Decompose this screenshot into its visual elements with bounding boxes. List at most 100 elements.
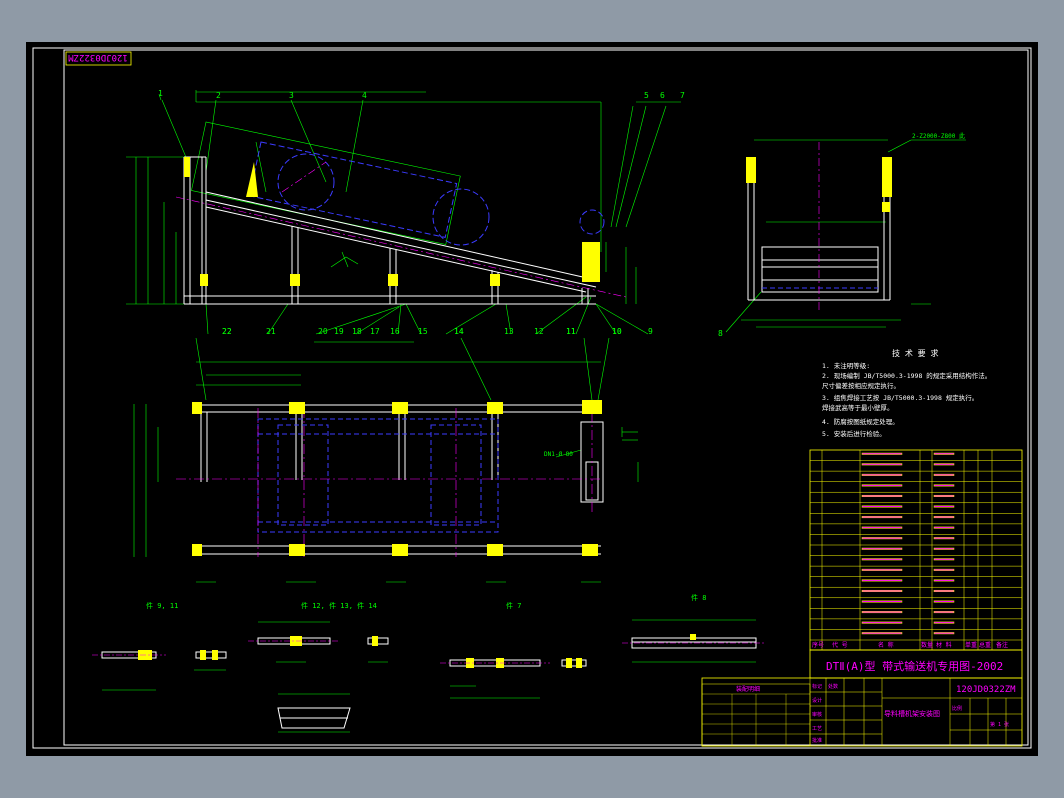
- bom-row-text-mark: [861, 484, 903, 487]
- bom-row-text-mark: [933, 600, 955, 603]
- callout-3: 3: [289, 91, 294, 100]
- tech-note-6: 4. 防腐按图纸规定处理。: [822, 417, 899, 426]
- bom-row-text-mark: [933, 547, 955, 550]
- view-label-7: 件 7: [506, 601, 521, 610]
- drawing-number: 120JD0322ZM: [956, 685, 1016, 695]
- bom-row-text-mark: [861, 516, 903, 519]
- bom-row-text-mark: [861, 494, 903, 497]
- plan-callout-14: 14: [454, 327, 464, 336]
- bom-row-text-mark: [861, 558, 903, 561]
- bom-row-text-mark: [861, 505, 903, 508]
- callout-1: 1: [158, 89, 163, 98]
- bom-row-text-mark: [861, 463, 903, 466]
- tech-note-2: 2. 现场编制 JB/T5000.3-1998 的规定采用结构作法。: [822, 371, 991, 380]
- tb-approve: 批准: [812, 737, 822, 744]
- bom-row-text-mark: [933, 589, 955, 592]
- side-view: 8 2-Z2000-Z800 此: [718, 132, 966, 338]
- tech-requirements: 技 术 要 求 1. 未注明等级: 2. 现场编制 JB/T5000.3-199…: [822, 348, 991, 438]
- bom-row-text-mark: [933, 558, 955, 561]
- small-table-title: 装配明细: [736, 685, 760, 693]
- callout-9: 9: [648, 327, 653, 336]
- callout-2: 2: [216, 91, 221, 100]
- drawing-name: 导料槽机架安装图: [884, 709, 940, 718]
- bom-h-qty: 数量: [921, 641, 933, 649]
- bom-row-text-mark: [933, 494, 955, 497]
- callout-7: 7: [680, 91, 685, 100]
- tech-note-5: 焊接武高等于最小壁厚。: [822, 403, 894, 412]
- view-label-9-11: 件 9, 11: [146, 601, 178, 610]
- code-stamp: 120JD0322ZM: [68, 52, 128, 62]
- bom-row-text-mark: [933, 463, 955, 466]
- bom-h-code: 代 号: [832, 641, 848, 649]
- plan-callout-22: 22: [222, 327, 232, 336]
- callout-19: 19: [334, 327, 344, 336]
- drawing-sheet: 120JD0322ZM 1 2 3 4 5 6 7 22 21 20 19 18…: [32, 47, 1032, 749]
- bom-row-text-mark: [861, 537, 903, 540]
- series-title: DTⅡ(A)型 带式输送机专用图-2002: [826, 659, 1003, 673]
- tb-designer: 设计: [812, 697, 822, 704]
- elevation-callouts-top: 1 2 3 4 5 6 7: [158, 89, 685, 100]
- bom-row-text-mark: [861, 611, 903, 614]
- bom-row-text-mark: [933, 537, 955, 540]
- bom-row-text-mark: [933, 484, 955, 487]
- bom-row-text-mark: [861, 621, 903, 624]
- tech-note-7: 5. 安装后进行检验。: [822, 429, 886, 438]
- callout-4: 4: [362, 91, 367, 100]
- callout-6: 6: [660, 91, 665, 100]
- elevation-callouts-bottom: 22 21 20 19 18 17 16 15 14 13 12 11 10 9: [222, 327, 653, 336]
- bom-h-name: 名 称: [878, 641, 894, 649]
- bom-row-text-mark: [933, 611, 955, 614]
- bom-row-text-mark: [933, 579, 955, 582]
- plan-view: 22 14 11 10 DN1-Ø 80: [133, 327, 639, 583]
- bom-row-text-mark: [861, 568, 903, 571]
- bom-row-text-mark: [861, 452, 903, 455]
- side-callout-8: 8: [718, 329, 723, 338]
- tech-note-4: 3. 组焦焊接工艺按 JB/T5000.3-1998 规定执行。: [822, 393, 978, 402]
- tech-title: 技 术 要 求: [892, 348, 938, 358]
- bom-h-material: 材 料: [936, 641, 952, 649]
- series-title-row: DTⅡ(A)型 带式输送机专用图-2002: [809, 649, 1023, 679]
- callout-17: 17: [370, 327, 380, 336]
- tb-count: 处数: [828, 683, 838, 690]
- bom-row-text-mark: [861, 526, 903, 529]
- cad-drawing-canvas: 120JD0322ZM 1 2 3 4 5 6 7 22 21 20 19 18…: [26, 42, 1038, 756]
- bom-h-total-wt: 总重: [979, 641, 991, 649]
- tech-note-3: 尺寸偏差按相应规定执行。: [822, 381, 900, 390]
- bom-row-text-mark: [861, 632, 903, 635]
- bom-row-text-mark: [933, 505, 955, 508]
- tb-sheet: 第 1 张: [990, 721, 1009, 728]
- bom-row-text-mark: [861, 589, 903, 592]
- tb-scale: 比例: [952, 705, 962, 712]
- bom-h-no: 序号: [812, 641, 824, 649]
- callout-20: 20: [318, 327, 328, 336]
- bom-h-remark: 备注: [996, 641, 1008, 649]
- elevation-view: 1 2 3 4 5 6 7 22 21 20 19 18 17 16 15 14…: [126, 89, 685, 343]
- bom-row-text-mark: [861, 547, 903, 550]
- bom-row-text-mark: [933, 621, 955, 624]
- callout-21: 21: [266, 327, 276, 336]
- tb-check: 审核: [812, 711, 822, 718]
- title-block: 装配明细 120JD0322ZM 导料槽机架安装图 标记 处数 设计 审核 工艺…: [701, 677, 1023, 747]
- callout-12: 12: [534, 327, 544, 336]
- tb-mark: 标记: [812, 683, 822, 690]
- detail-note: DN1-Ø 80: [544, 451, 573, 458]
- bom-row-text-mark: [933, 632, 955, 635]
- callout-15: 15: [418, 327, 428, 336]
- bom-row-text-mark: [861, 473, 903, 476]
- view-label-8: 件 8: [691, 593, 706, 602]
- bom-row-text-mark: [933, 526, 955, 529]
- part-details: 件 9, 11 件 12, 件 13, 件 14 件 7 件 8: [92, 593, 766, 733]
- bom-row-text-mark: [861, 579, 903, 582]
- side-note: 2-Z2000-Z800 此: [912, 132, 965, 140]
- callout-16: 16: [390, 327, 400, 336]
- bom-row-text-mark: [933, 568, 955, 571]
- bom-row-text-mark: [933, 473, 955, 476]
- tb-process: 工艺: [812, 726, 822, 732]
- bom-row-text-mark: [861, 600, 903, 603]
- plan-callout-11: 11: [566, 327, 576, 336]
- bom-row-text-mark: [933, 516, 955, 519]
- view-label-12-14: 件 12, 件 13, 件 14: [301, 601, 377, 610]
- callout-5: 5: [644, 91, 649, 100]
- callout-18: 18: [352, 327, 362, 336]
- bom-h-unit-wt: 单重: [965, 641, 977, 649]
